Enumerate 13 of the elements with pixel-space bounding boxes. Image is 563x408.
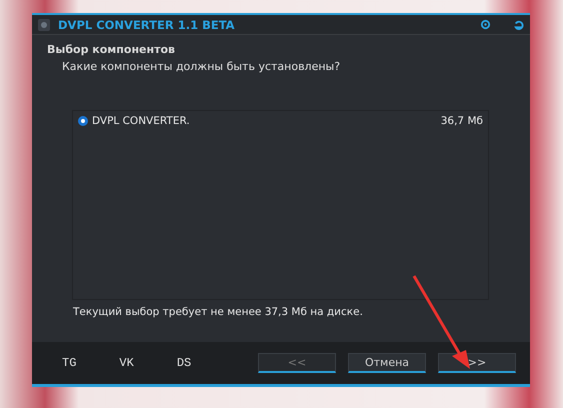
window-title: DVPL CONVERTER 1.1 BETA [58, 18, 236, 32]
nav-button[interactable]: >> [438, 353, 516, 373]
component-name: DVPL CONVERTER. [92, 115, 191, 127]
nav-button[interactable]: Отмена [348, 353, 426, 373]
page-subtitle: Какие компоненты должны быть установлены? [61, 59, 342, 73]
disk-space-note: Текущий выбор требует не менее 37,3 Мб на диске. [72, 305, 364, 318]
social-link[interactable]: VK [119, 356, 134, 370]
app-icon [38, 18, 50, 30]
social-link[interactable]: DS [176, 356, 192, 370]
radio-button[interactable] [78, 116, 88, 126]
social-link[interactable]: TG [62, 356, 76, 370]
page-title: Выбор компонентов [47, 43, 176, 56]
component-size: 36,7 Мб [440, 115, 483, 127]
